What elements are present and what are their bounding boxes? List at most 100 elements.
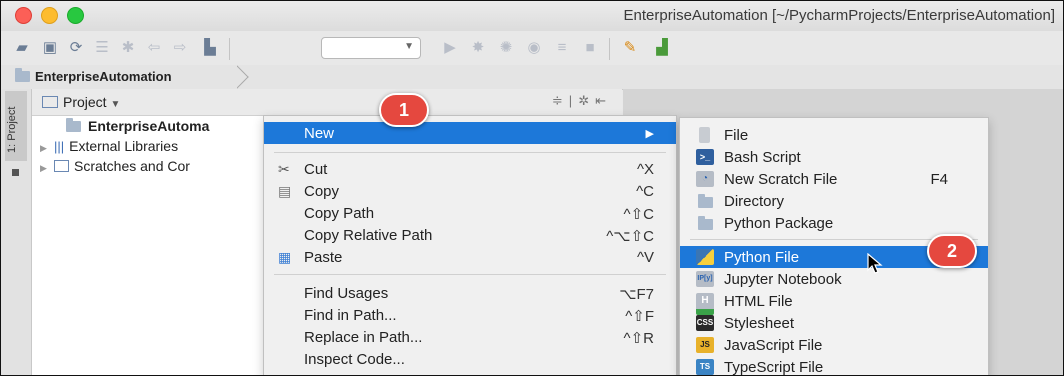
- minimize-window-button[interactable]: [41, 7, 58, 24]
- terminal-icon: >_: [696, 149, 714, 165]
- typescript-icon: TS: [696, 359, 714, 375]
- menu-item-shortcut: ^⇧F: [625, 308, 654, 325]
- scratch-file-icon: ◔: [696, 171, 714, 187]
- jupyter-icon: IP[y]: [696, 271, 714, 287]
- submenu-item-typescript-file[interactable]: TS TypeScript File: [680, 356, 988, 375]
- submenu-item-label: Directory: [724, 193, 785, 210]
- chevron-down-icon: ▼: [404, 41, 414, 52]
- collapse-all-icon[interactable]: ≑: [552, 93, 569, 108]
- menu-item-label: Copy Relative Path: [304, 227, 433, 244]
- toolbar-separator: [609, 38, 610, 60]
- step-badge-2: 2: [927, 234, 977, 268]
- zoom-window-button[interactable]: [67, 7, 84, 24]
- menu-item-label: Find Usages: [304, 285, 389, 302]
- breadcrumb[interactable]: EnterpriseAutomation: [15, 68, 172, 84]
- menu-item-label: Cut: [304, 161, 328, 178]
- submenu-item-stylesheet[interactable]: CSS Stylesheet: [680, 312, 988, 334]
- gear-icon[interactable]: ✲: [578, 93, 595, 108]
- submenu-item-python-package[interactable]: Python Package: [680, 212, 988, 234]
- save-all-icon[interactable]: ▣: [41, 39, 59, 57]
- tree-item-project-root[interactable]: EnterpriseAutoma: [66, 118, 209, 134]
- project-structure-icon[interactable]: ▟: [653, 39, 671, 57]
- folder-icon: [698, 194, 713, 208]
- menu-separator: [274, 274, 666, 275]
- breadcrumb-label: EnterpriseAutomation: [35, 69, 172, 84]
- submenu-item-javascript-file[interactable]: JS JavaScript File: [680, 334, 988, 356]
- close-window-button[interactable]: [15, 7, 32, 24]
- debug-bug-icon[interactable]: ✱: [119, 39, 137, 57]
- menu-item-replace-in-path[interactable]: Replace in Path... ^⇧R: [264, 326, 676, 348]
- navigation-bar: EnterpriseAutomation: [1, 65, 1063, 90]
- menu-item-copy-relative-path[interactable]: Copy Relative Path ^⌥⇧C: [264, 224, 676, 246]
- project-view-icon: [42, 96, 58, 108]
- submenu-item-new-scratch-file[interactable]: ◔ New Scratch File F4: [680, 168, 988, 190]
- submenu-item-html-file[interactable]: H HTML File: [680, 290, 988, 315]
- tool-window-icon[interactable]: [12, 169, 19, 176]
- folder-icon: [66, 118, 81, 132]
- menu-item-find-usages[interactable]: Find Usages ⌥F7: [264, 282, 676, 304]
- submenu-item-directory[interactable]: Directory: [680, 190, 988, 212]
- debug-icon[interactable]: ✸: [469, 39, 487, 57]
- synchronize-icon[interactable]: ⟳: [67, 39, 85, 57]
- menu-item-copy[interactable]: ▤ Copy ^C: [264, 180, 676, 202]
- menu-item-cut[interactable]: ✂ Cut ^X: [264, 158, 676, 180]
- submenu-item-file[interactable]: File: [680, 124, 988, 146]
- run-configuration-select[interactable]: ▼: [321, 37, 421, 59]
- back-arrow-icon[interactable]: ⇦: [145, 39, 163, 57]
- settings-wrench-icon[interactable]: ✎: [621, 39, 639, 57]
- menu-separator: [274, 152, 666, 153]
- tree-item-label: External Libraries: [69, 138, 179, 154]
- project-tool-tab-label: 1: Project: [6, 106, 18, 153]
- mouse-pointer-icon: [867, 253, 883, 274]
- tree-item-external-libraries[interactable]: ▶ ||| External Libraries: [40, 138, 178, 154]
- submenu-item-label: File: [724, 127, 749, 144]
- library-icon: |||: [54, 139, 65, 154]
- menu-item-label: Copy: [304, 183, 340, 200]
- menu-item-label: Inspect Code...: [304, 351, 405, 368]
- window-title: EnterpriseAutomation [~/PycharmProjects/…: [623, 7, 1055, 24]
- submenu-item-label: New Scratch File: [724, 171, 838, 188]
- menu-item-inspect-code[interactable]: Inspect Code...: [264, 348, 676, 370]
- menu-item-shortcut: ^C: [636, 183, 654, 200]
- submenu-item-bash-script[interactable]: >_ Bash Script: [680, 146, 988, 168]
- menu-item-shortcut: ^⇧R: [623, 330, 654, 347]
- menu-item-shortcut: ^X: [636, 161, 654, 178]
- submenu-item-label: Stylesheet: [724, 315, 795, 332]
- panel-tools: ≑|✲⇤: [551, 93, 612, 108]
- menu-item-label: Copy Path: [304, 205, 375, 222]
- coverage-icon[interactable]: ✺: [497, 39, 515, 57]
- tree-item-label: Scratches and Cor: [74, 158, 190, 174]
- folder-icon: [15, 68, 30, 82]
- file-icon: [699, 127, 710, 143]
- profile-icon[interactable]: ◉: [525, 39, 543, 57]
- menu-item-find-in-path[interactable]: Find in Path... ^⇧F: [264, 304, 676, 326]
- tree-item-scratches[interactable]: ▶ Scratches and Cor: [40, 158, 190, 174]
- chevron-down-icon: ▼: [110, 99, 121, 110]
- tree-item-label: EnterpriseAutoma: [88, 118, 210, 134]
- expand-triangle-icon[interactable]: ▶: [40, 163, 54, 174]
- submenu-item-label: Jupyter Notebook: [724, 271, 842, 288]
- title-bar: EnterpriseAutomation [~/PycharmProjects/…: [1, 1, 1063, 32]
- concurrency-icon[interactable]: ≡: [553, 39, 571, 57]
- tool-window-strip: 1: Project: [1, 89, 32, 375]
- submenu-item-label: Bash Script: [724, 149, 801, 166]
- forward-arrow-icon[interactable]: ⇨: [171, 39, 189, 57]
- copy-icon: ▤: [278, 183, 292, 199]
- ide-window: EnterpriseAutomation [~/PycharmProjects/…: [0, 0, 1064, 376]
- history-icon[interactable]: ☰: [93, 39, 111, 57]
- run-play-icon[interactable]: ▶: [441, 39, 459, 57]
- hide-panel-icon[interactable]: ⇤: [595, 93, 612, 108]
- expand-triangle-icon[interactable]: ▶: [40, 143, 54, 154]
- submenu-item-jupyter-notebook[interactable]: IP[y] Jupyter Notebook: [680, 268, 988, 290]
- submenu-item-label: Python Package: [724, 215, 834, 232]
- build-icon[interactable]: ▙: [201, 39, 219, 57]
- menu-item-copy-path[interactable]: Copy Path ^⇧C: [264, 202, 676, 224]
- menu-item-shortcut: ⌥F7: [619, 286, 654, 303]
- project-view-selector[interactable]: Project ▼: [42, 94, 120, 110]
- open-folder-icon[interactable]: ▰: [13, 39, 31, 57]
- css-icon: CSS: [696, 315, 714, 331]
- stop-icon[interactable]: ■: [581, 39, 599, 57]
- menu-item-paste[interactable]: ▦ Paste ^V: [264, 246, 676, 268]
- menu-item-new[interactable]: New ▶: [264, 122, 676, 144]
- toolbar-separator: [229, 38, 230, 60]
